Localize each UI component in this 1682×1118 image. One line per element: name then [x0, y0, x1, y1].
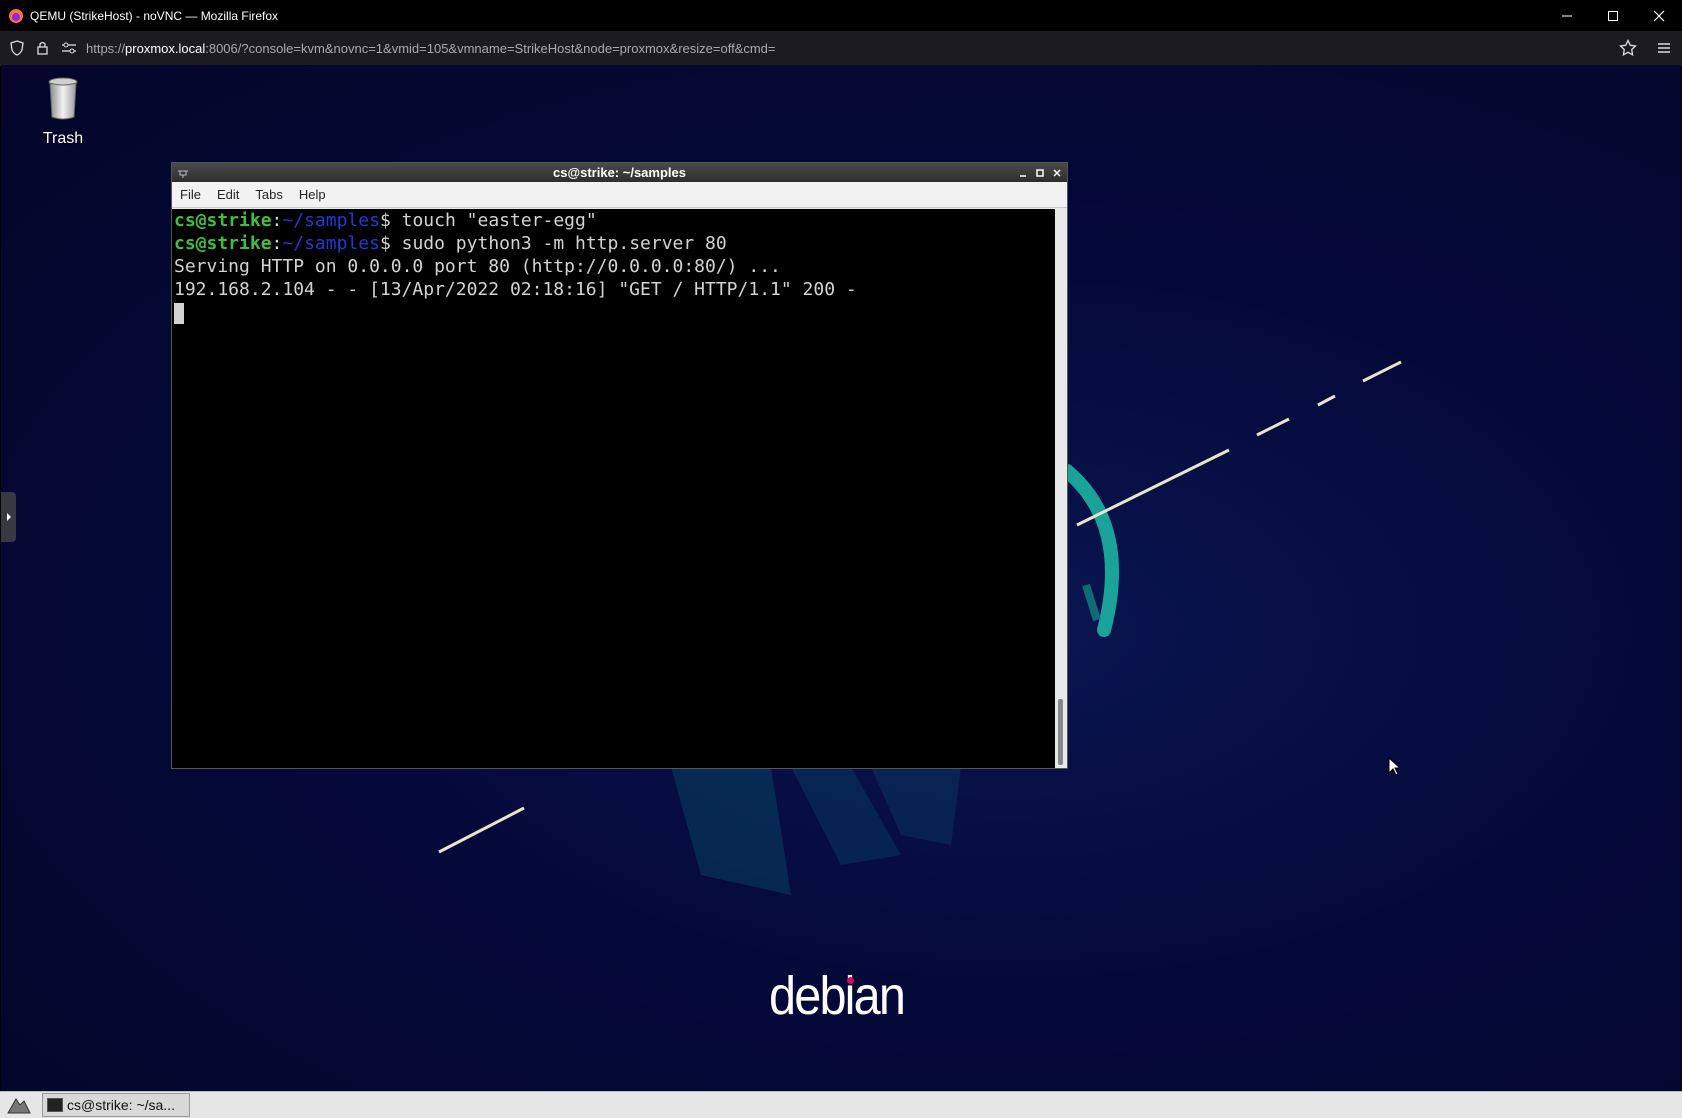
menu-help[interactable]: Help [291, 187, 334, 202]
taskbar-terminal-button[interactable]: cs@strike: ~/sa... [42, 1093, 190, 1117]
command-text: sudo python3 -m http.server 80 [390, 233, 727, 254]
maximize-icon [1608, 10, 1618, 21]
app-menu-button[interactable] [1646, 31, 1682, 65]
output-line: 192.168.2.104 - - [13/Apr/2022 02:18:16]… [174, 279, 857, 300]
url-bar[interactable]: https://proxmox.local:8006/?console=kvm&… [0, 31, 1682, 66]
shield-icon[interactable] [8, 39, 26, 57]
output-line: Serving HTTP on 0.0.0.0 port 80 (http://… [174, 256, 781, 277]
url-host: proxmox.local [125, 40, 206, 56]
debian-dot [847, 977, 854, 984]
terminal-titlebar[interactable]: cs@strike: ~/samples [172, 163, 1067, 182]
menu-edit[interactable]: Edit [209, 187, 247, 202]
url-prefix: https:// [86, 40, 126, 56]
terminal-window[interactable]: cs@strike: ~/samples File Edit Tabs Help… [171, 162, 1068, 769]
url-text[interactable]: https://proxmox.local:8006/?console=kvm&… [86, 41, 1610, 56]
trash-icon [48, 77, 78, 120]
prompt-end: $ [379, 210, 391, 231]
permissions-icon[interactable] [60, 39, 78, 57]
taskbar-task-label: cs@strike: ~/sa... [67, 1097, 175, 1113]
menu-file[interactable]: File [172, 187, 209, 202]
terminal-maximize-button[interactable] [1033, 166, 1046, 179]
trash-label: Trash [42, 130, 84, 147]
prompt-end: $ [379, 233, 391, 254]
minimize-icon [1562, 15, 1572, 16]
taskbar: cs@strike: ~/sa... [0, 1091, 1682, 1118]
cursor-line [172, 301, 1055, 324]
terminal-icon [47, 1098, 63, 1112]
terminal-line: cs@strike:~/samples$ sudo python3 -m htt… [172, 232, 1055, 255]
terminal-menubar: File Edit Tabs Help [172, 182, 1067, 208]
url-rest: :8006/?console=kvm&novnc=1&vmid=105&vmna… [205, 40, 776, 56]
close-icon [1653, 10, 1665, 21]
prompt-path: ~/samples [282, 210, 380, 231]
command-text: touch "easter-egg" [390, 210, 597, 231]
lock-warning-icon[interactable] [34, 39, 52, 57]
chevron-right-icon [6, 513, 11, 521]
star-icon [1619, 39, 1637, 57]
browser-titlebar: QEMU (StrikeHost) - noVNC — Mozilla Fire… [0, 0, 1682, 31]
terminal-minimize-button[interactable] [1016, 166, 1029, 179]
bookmark-star-button[interactable] [1610, 31, 1646, 65]
prompt-separator: : [271, 233, 283, 254]
terminal-scrollbar[interactable] [1055, 209, 1067, 768]
close-window-button[interactable] [1636, 0, 1682, 31]
text-cursor [174, 302, 184, 324]
firefox-logo-icon [9, 8, 23, 23]
maximize-icon [1035, 168, 1044, 177]
minimize-button[interactable] [1544, 0, 1590, 31]
mouse-pointer-icon [1388, 757, 1402, 776]
hamburger-icon [1658, 43, 1670, 53]
close-icon [1052, 168, 1061, 177]
trash-desktop-icon[interactable]: Trash [31, 77, 95, 148]
menu-tabs[interactable]: Tabs [247, 187, 290, 202]
terminal-close-button[interactable] [1050, 166, 1063, 179]
minimize-icon [1019, 174, 1026, 177]
application-menu-button[interactable] [4, 1093, 34, 1117]
pin-icon[interactable] [176, 167, 190, 179]
terminal-title: cs@strike: ~/samples [552, 165, 686, 180]
scrollbar-thumb[interactable] [1058, 699, 1063, 765]
prompt-separator: : [271, 210, 283, 231]
novnc-control-bar-handle[interactable] [1, 492, 16, 542]
terminal-output[interactable]: cs@strike:~/samples$ touch "easter-egg" … [172, 209, 1055, 768]
prompt-user: cs@strike [174, 233, 272, 254]
prompt-user: cs@strike [174, 210, 272, 231]
prompt-path: ~/samples [282, 233, 380, 254]
terminal-line: cs@strike:~/samples$ touch "easter-egg" [172, 209, 1055, 232]
app-menu-icon [7, 1098, 31, 1114]
debian-wordmark: debian [769, 966, 906, 1026]
maximize-button[interactable] [1590, 0, 1636, 31]
window-title: QEMU (StrikeHost) - noVNC — Mozilla Fire… [30, 8, 279, 23]
